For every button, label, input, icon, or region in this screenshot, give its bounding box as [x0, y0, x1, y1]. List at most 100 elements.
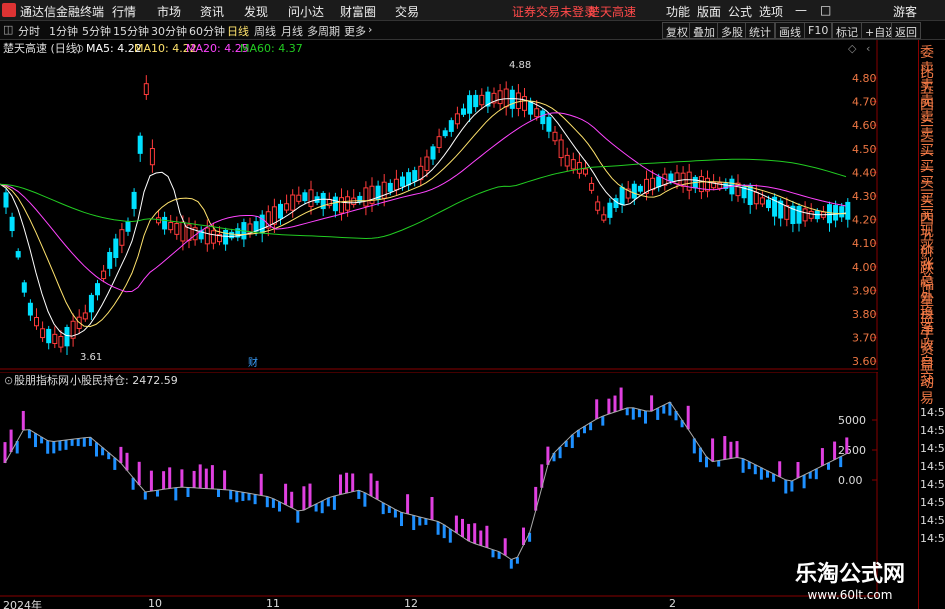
menu-quotes[interactable]: 行情 — [112, 3, 136, 20]
period-tab-5min[interactable]: 5分钟 — [82, 23, 111, 39]
period-tab-15min[interactable]: 15分钟 — [113, 23, 149, 39]
candle-body — [668, 173, 674, 182]
price-tick-label: 3.80 — [852, 308, 877, 321]
minimize-icon[interactable]: — — [795, 3, 807, 17]
menu-layout[interactable]: 版面 — [697, 3, 721, 20]
candle-body — [387, 182, 393, 192]
candle-body — [436, 136, 442, 149]
candle-body — [393, 178, 399, 191]
app-title: 通达信金融终端 — [20, 5, 105, 19]
indicator-tick-label: 2500 — [838, 444, 866, 457]
ma60-label: MA60: 4.37 — [240, 42, 303, 55]
candle-body — [3, 192, 9, 208]
menu-trade[interactable]: 交易 — [395, 3, 419, 20]
price-tick-label: 4.00 — [852, 261, 877, 274]
candle-body — [448, 120, 454, 132]
stats-button[interactable]: 统计 — [745, 22, 775, 39]
price-tick-label: 4.80 — [852, 72, 877, 85]
candle-body — [424, 156, 430, 171]
kline-chart[interactable]: 楚天高速 (日线) ⊙ MA5: 4.22 MA10: 4.22 MA20: 4… — [0, 40, 878, 370]
candle-body — [204, 227, 210, 245]
draw-line-button[interactable]: 画线 — [775, 22, 805, 39]
multi-stock-button[interactable]: 多股 — [717, 22, 747, 39]
indicator-toggle-icon[interactable]: ⊙ — [4, 374, 13, 387]
candle-body — [253, 221, 259, 232]
menu-wealth[interactable]: 财富圈 — [340, 3, 376, 20]
price-tick-label: 4.60 — [852, 119, 877, 132]
candle-body — [180, 221, 186, 242]
candle-body — [656, 176, 662, 188]
menu-options[interactable]: 选项 — [759, 3, 783, 20]
candle-body — [210, 230, 216, 244]
candle-body — [284, 203, 290, 211]
candle-body — [40, 328, 46, 339]
date-axis: 2024年 10 11 12 2 — [0, 597, 878, 609]
period-tab-week[interactable]: 周线 — [254, 23, 276, 39]
indicator-chart[interactable]: ⊙ 股朋指标网 小股民持仓: 2472.59 5000 2500 0.00 — [0, 372, 878, 597]
side-panel-item[interactable]: 交易 — [920, 368, 945, 408]
chevron-left-icon[interactable]: ‹ — [866, 42, 870, 55]
candle-body — [473, 94, 479, 108]
fuquan-button[interactable]: 复权 — [662, 22, 692, 39]
back-button[interactable]: 返回 — [891, 22, 921, 39]
candle-body — [570, 159, 576, 170]
menu-function[interactable]: 功能 — [666, 3, 690, 20]
candle-body — [290, 194, 296, 211]
candle-body — [808, 210, 814, 219]
time-label: 14:56 — [920, 496, 945, 509]
period-tab-month[interactable]: 月线 — [281, 23, 303, 39]
date-label: 11 — [266, 597, 280, 609]
candle-body — [467, 95, 473, 114]
event-marker[interactable]: 财 — [248, 356, 258, 369]
candle-body — [595, 201, 601, 211]
candle-body — [583, 168, 588, 175]
period-tab-day[interactable]: 日线 — [227, 23, 249, 39]
price-tick-label: 4.50 — [852, 143, 877, 156]
overlay-button[interactable]: 叠加 — [689, 22, 719, 39]
candle-body — [119, 229, 125, 246]
period-tab-60min[interactable]: 60分钟 — [189, 23, 225, 39]
period-tab-1min[interactable]: 1分钟 — [49, 23, 78, 39]
price-tick-label: 3.70 — [852, 332, 877, 345]
candle-body — [839, 206, 845, 218]
stock-notice: 楚天高速 — [588, 5, 637, 19]
price-tick-label: 3.60 — [852, 355, 877, 368]
candle-body — [271, 206, 277, 225]
maximize-icon[interactable]: □ — [820, 3, 831, 17]
high-label: 4.88 — [509, 60, 531, 71]
user-label[interactable]: 游客 — [893, 3, 917, 20]
menu-news[interactable]: 资讯 — [200, 3, 224, 20]
price-tick-label: 4.70 — [852, 96, 877, 109]
menu-ask[interactable]: 问小达 — [288, 3, 324, 20]
watermark-url: www.60lt.com — [807, 588, 893, 602]
candle-body — [802, 208, 808, 222]
mark-button[interactable]: 标记 — [832, 22, 862, 39]
menu-formula[interactable]: 公式 — [728, 3, 752, 20]
chevron-right-icon[interactable]: › — [368, 23, 372, 36]
period-tab-more[interactable]: 更多 — [344, 23, 366, 39]
menu-market[interactable]: 市场 — [157, 3, 181, 20]
period-tab-fenshi[interactable]: 分时 — [18, 23, 40, 39]
diamond-icon[interactable]: ◇ — [848, 42, 857, 55]
candle-body — [454, 113, 460, 125]
candle-body — [46, 328, 52, 344]
period-tab-multi[interactable]: 多周期 — [307, 23, 340, 39]
chevron-icon[interactable]: ⊙ — [75, 42, 84, 55]
f10-button[interactable]: F10 — [804, 22, 833, 39]
candle-body — [479, 94, 485, 106]
price-tick-label: 4.30 — [852, 190, 877, 203]
candle-body — [784, 205, 790, 220]
candle-body — [101, 270, 107, 280]
login-notice[interactable]: 证券交易未登录 — [512, 3, 596, 20]
candle-body — [229, 231, 235, 239]
period-tab-30min[interactable]: 30分钟 — [151, 23, 187, 39]
time-label: 14:56 — [920, 478, 945, 491]
panel-toggle-icon[interactable]: ◫ — [3, 23, 13, 36]
candle-body — [601, 214, 607, 221]
candle-body — [15, 251, 21, 258]
menu-discover[interactable]: 发现 — [244, 3, 268, 20]
date-label: 12 — [404, 597, 418, 609]
candle-body — [308, 189, 314, 207]
candle-body — [430, 146, 436, 160]
date-label: 10 — [148, 597, 162, 609]
